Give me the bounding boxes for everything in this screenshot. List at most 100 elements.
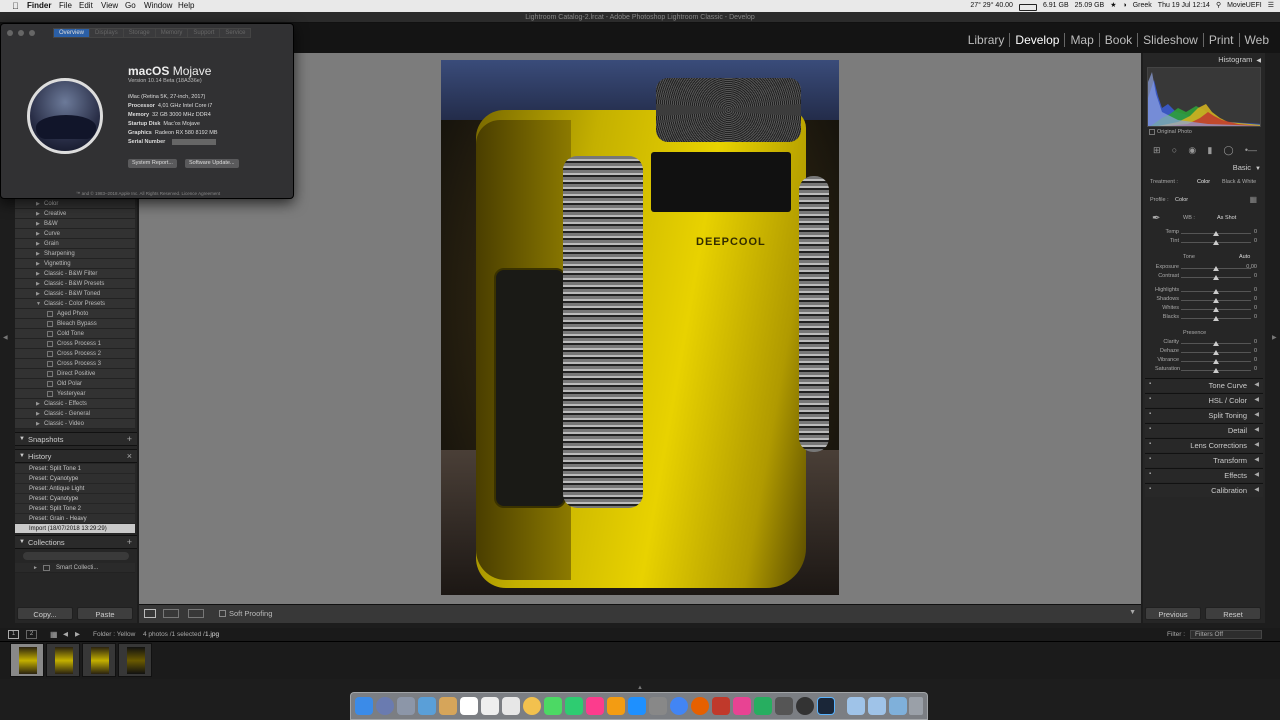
preset-folder[interactable]: ▶ Vignetting bbox=[15, 259, 135, 269]
previous-button[interactable]: Previous bbox=[1145, 607, 1201, 620]
slider-value[interactable]: 0 bbox=[1254, 305, 1257, 311]
mail-icon[interactable] bbox=[418, 697, 436, 715]
red-eye-icon[interactable]: ◉ bbox=[1188, 145, 1196, 159]
snapshots-header[interactable]: ▼ Snapshots + bbox=[15, 432, 137, 446]
section-header[interactable]: ▪ Effects ◀ bbox=[1145, 468, 1263, 482]
section-header[interactable]: ▪ Tone Curve ◀ bbox=[1145, 378, 1263, 392]
preset-folder[interactable]: ▶ B&W bbox=[15, 219, 135, 229]
trash-icon[interactable] bbox=[909, 697, 923, 715]
wb-dropdown[interactable]: As Shot bbox=[1217, 215, 1236, 221]
slider-knob[interactable] bbox=[1213, 231, 1219, 236]
filmstrip-thumb[interactable] bbox=[118, 643, 152, 677]
slider-knob[interactable] bbox=[1213, 341, 1219, 346]
preset-item[interactable]: Old Polar bbox=[15, 379, 135, 389]
weather-status[interactable]: 27° 29° 40.00 bbox=[970, 0, 1013, 12]
filmstrip-thumb[interactable] bbox=[10, 643, 44, 677]
preset-folder[interactable]: ▼ Classic - Color Presets bbox=[15, 299, 135, 309]
tone-auto-button[interactable]: Auto bbox=[1239, 254, 1250, 260]
reminders-icon[interactable] bbox=[481, 697, 499, 715]
add-collection-icon[interactable]: + bbox=[127, 536, 132, 549]
downloads-icon[interactable] bbox=[889, 697, 907, 715]
preset-item[interactable]: Cross Process 3 bbox=[15, 359, 135, 369]
lightroom-icon[interactable] bbox=[817, 697, 835, 715]
before-after-swap-icon[interactable] bbox=[188, 609, 204, 618]
minimize-icon[interactable] bbox=[18, 30, 24, 36]
chrome-icon[interactable] bbox=[670, 697, 688, 715]
siri-icon[interactable] bbox=[376, 697, 394, 715]
section-toggle-icon[interactable]: ▪ bbox=[1149, 396, 1151, 402]
wifi-icon[interactable]: ◑ bbox=[1123, 0, 1127, 12]
adjustment-slider[interactable] bbox=[1181, 316, 1251, 321]
grid-view-icon[interactable]: ▦ bbox=[50, 628, 58, 641]
filter-dropdown[interactable]: Filters Off bbox=[1190, 630, 1262, 639]
section-toggle-icon[interactable]: ▪ bbox=[1149, 471, 1151, 477]
section-header[interactable]: ▪ Detail ◀ bbox=[1145, 423, 1263, 437]
menu-app[interactable]: Finder bbox=[27, 0, 51, 12]
preset-item[interactable]: Cold Tone bbox=[15, 329, 135, 339]
music-icon[interactable] bbox=[586, 697, 604, 715]
slider-value[interactable]: 0 bbox=[1254, 287, 1257, 293]
menu-view[interactable]: View bbox=[101, 0, 118, 12]
spot-removal-icon[interactable]: ○ bbox=[1172, 145, 1177, 159]
slider-value[interactable]: 0 bbox=[1254, 314, 1257, 320]
list-icon[interactable]: ☰ bbox=[1268, 0, 1274, 12]
adjustment-slider[interactable] bbox=[1181, 266, 1251, 271]
preset-folder[interactable]: ▶ Classic - B&W Presets bbox=[15, 279, 135, 289]
calendar-icon[interactable] bbox=[460, 697, 478, 715]
history-item[interactable]: Preset: Split Tone 2 bbox=[15, 504, 135, 514]
slider-value[interactable]: 0 bbox=[1254, 348, 1257, 354]
folder-icon[interactable] bbox=[847, 697, 865, 715]
histogram[interactable] bbox=[1147, 67, 1261, 127]
history-item[interactable]: Preset: Grain - Heavy bbox=[15, 514, 135, 524]
before-after-icon[interactable] bbox=[163, 609, 179, 618]
battery-icon[interactable] bbox=[1018, 3, 1037, 11]
preset-folder[interactable]: ▶ Grain bbox=[15, 239, 135, 249]
section-header[interactable]: ▪ Lens Corrections ◀ bbox=[1145, 438, 1263, 452]
collections-search-input[interactable] bbox=[23, 552, 129, 560]
messages-icon[interactable] bbox=[544, 697, 562, 715]
menu-file[interactable]: File bbox=[59, 0, 72, 12]
radial-filter-icon[interactable]: ◯ bbox=[1224, 145, 1234, 159]
contacts-icon[interactable] bbox=[502, 697, 520, 715]
preset-item[interactable]: Direct Positive bbox=[15, 369, 135, 379]
slider-knob[interactable] bbox=[1213, 275, 1219, 280]
smart-collections-item[interactable]: ► Smart Collecti... bbox=[15, 563, 135, 573]
original-photo-checkbox[interactable] bbox=[1149, 129, 1155, 135]
tab-overview[interactable]: Overview bbox=[53, 28, 91, 38]
section-header[interactable]: ▪ Transform ◀ bbox=[1145, 453, 1263, 467]
profile-browser-icon[interactable]: ▦ bbox=[1249, 195, 1257, 204]
tab-memory[interactable]: Memory bbox=[155, 28, 189, 38]
treatment-color-option[interactable]: Color bbox=[1197, 179, 1210, 185]
slider-value[interactable]: 0 bbox=[1254, 273, 1257, 279]
slider-knob[interactable] bbox=[1213, 316, 1219, 321]
preset-item[interactable]: Aged Photo bbox=[15, 309, 135, 319]
forward-icon[interactable]: ▶ bbox=[75, 628, 80, 641]
module-map[interactable]: Map bbox=[1064, 33, 1098, 47]
history-item[interactable]: Preset: Cyanotype bbox=[15, 494, 135, 504]
adjustment-slider[interactable] bbox=[1181, 275, 1251, 280]
preset-folder[interactable]: ▶ Classic - Video bbox=[15, 419, 135, 429]
section-toggle-icon[interactable]: ▪ bbox=[1149, 411, 1151, 417]
section-toggle-icon[interactable]: ▪ bbox=[1149, 441, 1151, 447]
section-toggle-icon[interactable]: ▪ bbox=[1149, 486, 1151, 492]
page-1-button[interactable]: 1 bbox=[8, 630, 19, 639]
right-panel-toggle-icon[interactable]: ▶ bbox=[1272, 334, 1277, 341]
filmstrip-thumb[interactable] bbox=[46, 643, 80, 677]
memory-status[interactable]: 6.91 GB bbox=[1043, 0, 1069, 12]
software-update-button[interactable]: Software Update... bbox=[185, 159, 239, 168]
preset-folder[interactable]: ▶ Classic - Effects bbox=[15, 399, 135, 409]
launchpad-icon[interactable] bbox=[397, 697, 415, 715]
section-toggle-icon[interactable]: ▪ bbox=[1149, 381, 1151, 387]
close-icon[interactable] bbox=[7, 30, 13, 36]
module-slideshow[interactable]: Slideshow bbox=[1137, 33, 1203, 47]
slider-knob[interactable] bbox=[1213, 359, 1219, 364]
graduated-filter-icon[interactable]: ▮ bbox=[1207, 145, 1212, 159]
system-preferences-icon[interactable] bbox=[649, 697, 667, 715]
photo-image[interactable]: DEEPCOOL bbox=[441, 60, 839, 595]
loupe-view-icon[interactable] bbox=[144, 609, 156, 618]
adjustment-slider[interactable] bbox=[1181, 350, 1251, 355]
copy-button[interactable]: Copy... bbox=[17, 607, 73, 620]
adjustment-slider[interactable] bbox=[1181, 231, 1251, 236]
tab-displays[interactable]: Displays bbox=[90, 28, 124, 38]
facetime-icon[interactable] bbox=[565, 697, 583, 715]
